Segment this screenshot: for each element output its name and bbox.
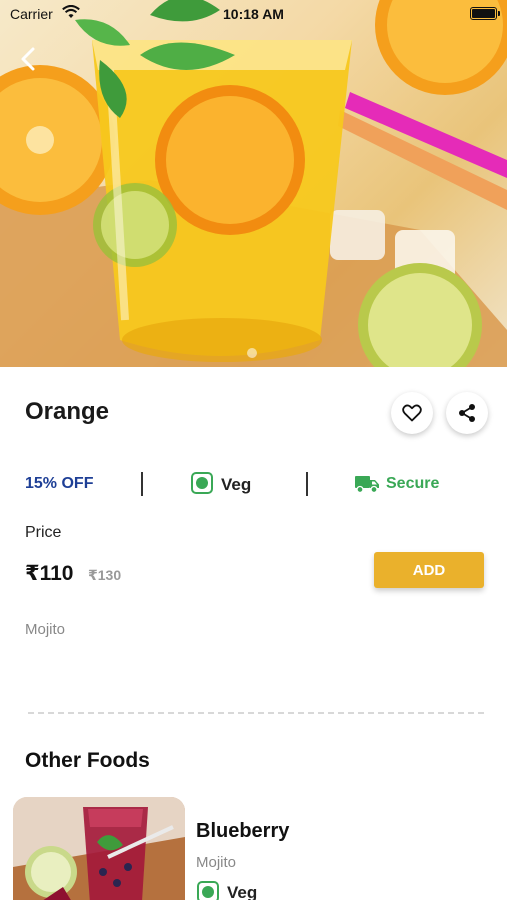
- product-tags: 15% OFF Veg Secure: [0, 466, 507, 502]
- food-image: [13, 797, 185, 900]
- product-description: Mojito: [25, 621, 66, 638]
- price: ₹110: [25, 562, 74, 585]
- heart-icon: [402, 404, 422, 422]
- price-label: Price: [25, 524, 62, 541]
- blueberry-drink-photo: [13, 797, 185, 900]
- product-title: Orange: [25, 398, 110, 425]
- favorite-button[interactable]: [391, 392, 433, 434]
- divider: [141, 472, 143, 496]
- carousel-indicator[interactable]: [247, 348, 257, 358]
- truck-icon: [355, 474, 380, 499]
- divider: [306, 472, 308, 496]
- food-card[interactable]: Blueberry Mojito Veg: [0, 795, 507, 900]
- clock: 10:18 AM: [223, 6, 284, 22]
- discount-badge: 15% OFF: [25, 475, 94, 492]
- share-icon: [459, 404, 475, 422]
- diet-label: Veg: [221, 475, 252, 494]
- section-title: Other Foods: [25, 749, 150, 772]
- original-price: ₹130: [88, 567, 122, 583]
- add-button[interactable]: ADD: [374, 552, 484, 588]
- veg-icon: [191, 472, 213, 494]
- secure-label: Secure: [386, 475, 440, 492]
- orange-drink-photo: [0, 0, 507, 367]
- status-bar: Carrier 10:18 AM: [0, 0, 507, 28]
- hero-image: Carrier 10:18 AM: [0, 0, 507, 367]
- back-arrow-icon: [21, 47, 35, 71]
- battery-icon: [470, 7, 500, 20]
- back-button[interactable]: [14, 44, 44, 74]
- share-button[interactable]: [446, 392, 488, 434]
- veg-icon: [197, 881, 219, 900]
- food-description: Mojito: [196, 854, 237, 871]
- divider: [28, 712, 484, 714]
- diet-label: Veg: [227, 883, 258, 900]
- food-name: Blueberry: [196, 820, 290, 842]
